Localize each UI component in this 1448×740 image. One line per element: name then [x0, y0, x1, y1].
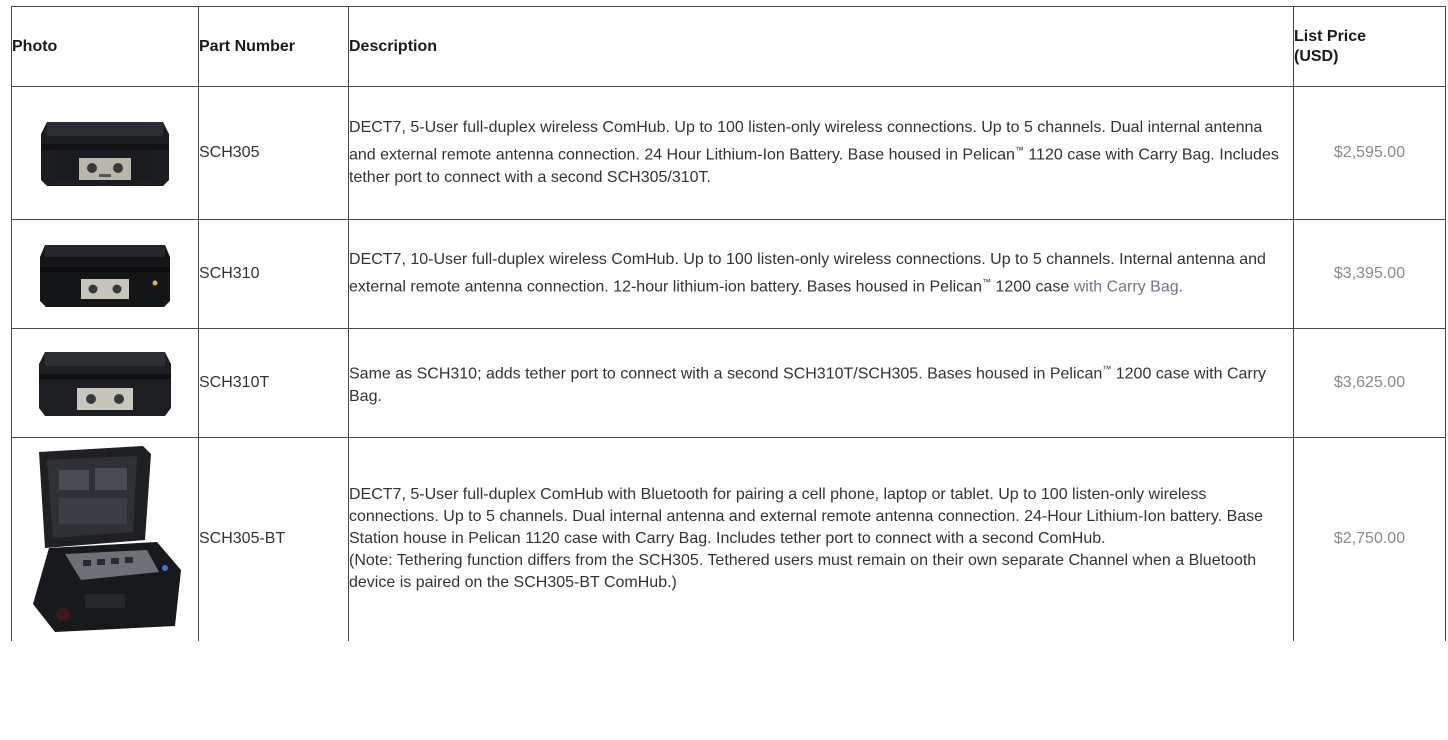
description-text: Same as SCH310; adds tether port to conn…: [349, 365, 1103, 383]
price-list-table: Photo Part Number Description List Price…: [11, 6, 1446, 641]
price-cell: $2,595.00: [1293, 86, 1446, 220]
table-row: SCH305 DECT7, 5-User full-duplex wireles…: [11, 86, 1446, 220]
part-number-cell: SCH310T: [198, 328, 349, 438]
part-number-cell: SCH305-BT: [198, 437, 349, 641]
description-note: (Note: Tethering function differs from t…: [349, 552, 1257, 592]
description-cell: DECT7, 10-User full-duplex wireless ComH…: [348, 219, 1294, 329]
trademark-symbol: ™: [1014, 145, 1024, 156]
header-list-price-line2: (USD): [1294, 47, 1339, 65]
table-header-row: Photo Part Number Description List Price…: [11, 6, 1446, 87]
description-cell: DECT7, 5-User full-duplex wireless ComHu…: [348, 86, 1294, 220]
product-photo-sch305: [11, 86, 199, 220]
product-photo-sch305-bt: [11, 437, 199, 641]
table-row: SCH310 DECT7, 10-User full-duplex wirele…: [11, 219, 1446, 329]
product-photo-sch310t: [11, 328, 199, 438]
description-cell: Same as SCH310; adds tether port to conn…: [348, 328, 1294, 438]
table-row: SCH310T Same as SCH310; adds tether port…: [11, 328, 1446, 438]
header-list-price-line1: List Price: [1294, 27, 1367, 45]
carry-bag-text: with Carry Bag.: [1073, 278, 1184, 296]
part-number-cell: SCH310: [198, 219, 349, 329]
header-list-price: List Price (USD): [1293, 6, 1446, 87]
description-text-cont: 1200 case: [990, 278, 1074, 296]
price-cell: $3,625.00: [1293, 328, 1446, 438]
description-cell: DECT7, 5-User full-duplex ComHub with Bl…: [348, 437, 1294, 641]
table-row: SCH305-BT DECT7, 5-User full-duplex ComH…: [11, 437, 1446, 641]
product-photo-sch310: [11, 219, 199, 329]
description-text: DECT7, 5-User full-duplex ComHub with Bl…: [349, 486, 1264, 548]
trademark-symbol: ™: [981, 277, 991, 288]
part-number-cell: SCH305: [198, 86, 349, 220]
price-cell: $3,395.00: [1293, 219, 1446, 329]
trademark-symbol: ™: [1102, 364, 1112, 375]
header-part-number: Part Number: [198, 6, 349, 87]
header-description: Description: [348, 6, 1294, 87]
header-photo: Photo: [11, 6, 199, 87]
price-cell: $2,750.00: [1293, 437, 1446, 641]
